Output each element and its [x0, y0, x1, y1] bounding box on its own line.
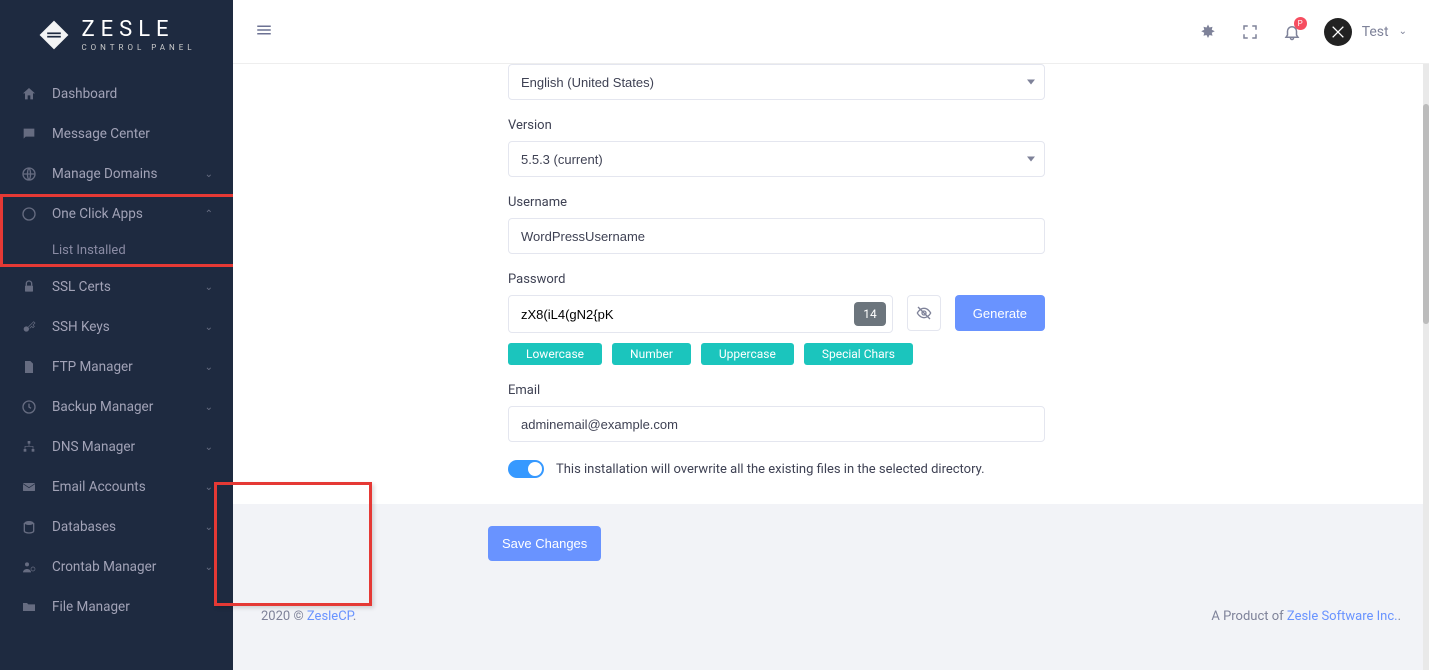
sidebar-item-ftp-manager[interactable]: FTP Manager ⌄ — [0, 347, 233, 387]
brand-title: ZESLE — [81, 19, 195, 41]
footer-product-link[interactable]: Zesle Software Inc. — [1287, 609, 1398, 624]
chevron-down-icon: ⌄ — [205, 402, 213, 413]
sidebar-item-manage-domains[interactable]: Manage Domains ⌄ — [0, 154, 233, 194]
chevron-down-icon: ⌄ — [1399, 26, 1407, 37]
notification-badge: P — [1294, 17, 1307, 30]
email-label: Email — [508, 383, 1045, 398]
brand: ZESLE CONTROL PANEL — [0, 0, 233, 68]
sidebar-item-dns-manager[interactable]: DNS Manager ⌄ — [0, 427, 233, 467]
sidebar-item-label: Manage Domains — [52, 166, 157, 182]
history-icon — [20, 398, 38, 416]
fullscreen-icon[interactable] — [1240, 22, 1260, 42]
chevron-down-icon: ⌄ — [205, 282, 213, 293]
brand-logo-icon — [37, 18, 71, 52]
scrollbar[interactable] — [1423, 64, 1429, 670]
chat-icon — [20, 125, 38, 143]
sitemap-icon — [20, 438, 38, 456]
eye-off-icon — [916, 305, 932, 321]
sidebar-item-label: File Manager — [52, 599, 130, 615]
generate-password-button[interactable]: Generate — [955, 295, 1045, 331]
user-name: Test — [1362, 24, 1389, 40]
leaf-icon[interactable] — [1198, 22, 1218, 42]
footer-copyright-prefix: 2020 © — [261, 609, 307, 624]
chevron-down-icon: ⌄ — [205, 322, 213, 333]
sidebar-item-ssl-certs[interactable]: SSL Certs ⌄ — [0, 267, 233, 307]
sidebar-item-databases[interactable]: Databases ⌄ — [0, 507, 233, 547]
chevron-up-icon: ⌃ — [205, 209, 213, 220]
chevron-down-icon: ⌄ — [205, 169, 213, 180]
sidebar-item-label: One Click Apps — [52, 206, 143, 222]
language-select[interactable]: English (United States) — [508, 64, 1045, 100]
email-input[interactable] — [508, 406, 1045, 442]
topbar: P Test ⌄ — [233, 0, 1429, 64]
sidebar-nav: Dashboard Message Center Manage Domains … — [0, 68, 233, 627]
envelope-icon — [20, 478, 38, 496]
chevron-down-icon: ⌄ — [205, 442, 213, 453]
sidebar-item-label: Message Center — [52, 126, 150, 142]
brand-subtitle: CONTROL PANEL — [81, 43, 195, 52]
scrollbar-thumb[interactable] — [1423, 104, 1429, 324]
sidebar-item-crontab-manager[interactable]: Crontab Manager ⌄ — [0, 547, 233, 587]
chevron-down-icon: ⌄ — [205, 562, 213, 573]
lock-icon — [20, 278, 38, 296]
password-input[interactable] — [509, 296, 848, 332]
password-badge-lowercase: Lowercase — [508, 343, 602, 365]
password-badge-uppercase: Uppercase — [701, 343, 794, 365]
avatar-icon — [1324, 18, 1352, 46]
users-cog-icon — [20, 558, 38, 576]
sidebar-item-label: Email Accounts — [52, 479, 146, 495]
toggle-password-visibility-button[interactable] — [907, 295, 941, 331]
chevron-down-icon: ⌄ — [205, 482, 213, 493]
key-icon — [20, 318, 38, 336]
footer-product-prefix: A Product of — [1211, 609, 1287, 624]
sidebar-item-message-center[interactable]: Message Center — [0, 114, 233, 154]
password-label: Password — [508, 272, 1045, 287]
sidebar-item-label: Backup Manager — [52, 399, 153, 415]
username-input[interactable] — [508, 218, 1045, 254]
version-label: Version — [508, 118, 1045, 133]
user-menu[interactable]: Test ⌄ — [1324, 18, 1407, 46]
username-label: Username — [508, 195, 1045, 210]
sidebar-item-label: Crontab Manager — [52, 559, 156, 575]
password-badge-number: Number — [612, 343, 691, 365]
sidebar-toggle-button[interactable] — [255, 21, 273, 43]
file-icon — [20, 358, 38, 376]
folder-icon — [20, 598, 38, 616]
version-select[interactable]: 5.5.3 (current) — [508, 141, 1045, 177]
sidebar-item-label: FTP Manager — [52, 359, 133, 375]
sidebar-item-label: DNS Manager — [52, 439, 135, 455]
overwrite-note: This installation will overwrite all the… — [556, 462, 985, 477]
chevron-down-icon: ⌄ — [205, 522, 213, 533]
home-icon — [20, 85, 38, 103]
sidebar-item-label: SSL Certs — [52, 279, 111, 295]
password-badge-special: Special Chars — [804, 343, 913, 365]
chevron-down-icon: ⌄ — [205, 362, 213, 373]
overwrite-toggle[interactable] — [508, 460, 544, 478]
globe-icon — [20, 165, 38, 183]
notifications-icon[interactable]: P — [1282, 22, 1302, 42]
footer: 2020 © ZesleCP. A Product of Zesle Softw… — [233, 593, 1429, 640]
sidebar-item-label: SSH Keys — [52, 319, 110, 335]
sidebar-item-label: Dashboard — [52, 86, 117, 102]
database-icon — [20, 518, 38, 536]
footer-copyright-link[interactable]: ZesleCP — [307, 609, 353, 624]
sidebar-item-backup-manager[interactable]: Backup Manager ⌄ — [0, 387, 233, 427]
sidebar-item-email-accounts[interactable]: Email Accounts ⌄ — [0, 467, 233, 507]
password-length-badge: 14 — [854, 302, 886, 326]
wordpress-icon — [20, 205, 38, 223]
save-changes-button[interactable]: Save Changes — [488, 526, 601, 561]
sidebar: ZESLE CONTROL PANEL Dashboard Message Ce… — [0, 0, 233, 670]
sidebar-item-one-click-apps[interactable]: One Click Apps ⌃ — [0, 194, 233, 234]
sidebar-item-dashboard[interactable]: Dashboard — [0, 74, 233, 114]
sidebar-item-ssh-keys[interactable]: SSH Keys ⌄ — [0, 307, 233, 347]
sidebar-item-label: Databases — [52, 519, 116, 535]
sidebar-subitem-list-installed[interactable]: List Installed — [0, 234, 233, 267]
sidebar-item-file-manager[interactable]: File Manager — [0, 587, 233, 627]
